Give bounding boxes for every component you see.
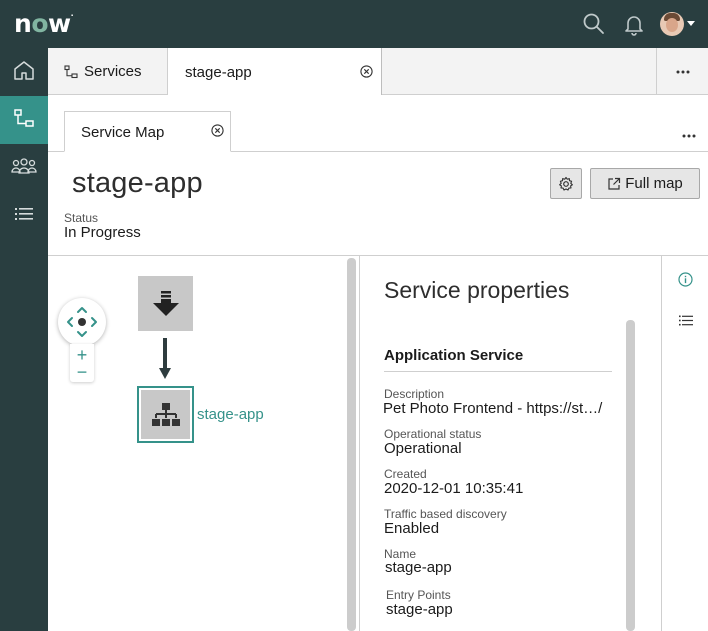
properties-scrollbar[interactable]	[626, 320, 635, 631]
info-icon[interactable]	[678, 272, 693, 287]
bell-icon[interactable]	[622, 12, 646, 36]
rail-item-home[interactable]	[0, 48, 48, 96]
status-value: In Progress	[64, 224, 141, 241]
connector-arrowhead	[159, 368, 171, 379]
search-icon[interactable]	[582, 12, 606, 36]
avatar[interactable]	[660, 12, 684, 36]
application-service-node[interactable]	[137, 386, 194, 443]
right-side-rail	[661, 256, 708, 631]
tab-service-map[interactable]: Service Map	[64, 111, 231, 152]
full-map-label: Full map	[625, 175, 683, 192]
left-nav-rail	[0, 48, 48, 631]
close-icon[interactable]	[360, 65, 373, 82]
entry-point-node[interactable]	[138, 276, 193, 331]
sub-tab-strip: Service Map	[48, 95, 708, 152]
tab-label: Service Map	[81, 124, 165, 141]
hierarchy-icon	[151, 402, 181, 428]
prop-value-description: Pet Photo Frontend - https://st…/	[383, 400, 603, 417]
prop-label-operational-status: Operational status	[384, 427, 482, 441]
settings-button[interactable]	[550, 168, 582, 199]
close-icon[interactable]	[211, 124, 224, 141]
list-icon	[14, 206, 34, 227]
rail-item-list[interactable]	[0, 192, 48, 240]
tab-label: Services	[84, 63, 142, 80]
tab-services[interactable]: Services	[48, 48, 168, 95]
gear-icon	[558, 176, 574, 192]
pan-control[interactable]	[58, 298, 106, 346]
prop-label-traffic-discovery: Traffic based discovery	[384, 507, 507, 521]
tab-strip: Services stage-app	[48, 48, 708, 96]
home-icon	[13, 59, 35, 86]
prop-value-name: stage-app	[385, 559, 452, 576]
tab-label: stage-app	[185, 63, 252, 81]
prop-value-entry-points: stage-app	[386, 601, 453, 618]
prop-value-traffic-discovery: Enabled	[384, 520, 440, 537]
section-underline	[384, 371, 612, 372]
now-logo[interactable]: now.	[14, 9, 74, 38]
zoom-control: + −	[70, 344, 94, 382]
top-header: now.	[0, 0, 708, 48]
prop-label-entry-points: Entry Points	[386, 588, 451, 602]
prop-label-description: Description	[384, 387, 445, 401]
full-map-button[interactable]: Full map	[590, 168, 700, 199]
zoom-out-button[interactable]: −	[70, 363, 94, 381]
prop-label-created: Created	[384, 467, 427, 481]
section-title: Application Service	[384, 347, 524, 364]
status-label: Status	[64, 211, 99, 225]
rail-item-users[interactable]	[0, 144, 48, 192]
users-icon	[11, 156, 37, 181]
pan-arrows-icon	[67, 307, 97, 337]
external-link-icon	[607, 177, 621, 191]
rail-item-service-map[interactable]	[0, 96, 48, 144]
page-title: stage-app	[72, 167, 203, 199]
tab-stage-app[interactable]: stage-app	[168, 48, 382, 96]
prop-value-created: 2020-12-01 10:35:41	[384, 480, 524, 497]
chevron-down-icon[interactable]	[687, 21, 695, 26]
more-options-icon[interactable]	[682, 125, 696, 143]
map-scrollbar[interactable]	[347, 258, 356, 631]
more-options-icon[interactable]	[656, 48, 708, 95]
service-map-icon	[64, 64, 78, 79]
panel-divider[interactable]	[359, 256, 360, 631]
download-arrow-icon	[152, 290, 180, 317]
connector-line	[163, 338, 167, 370]
node-label[interactable]: stage-app	[197, 406, 264, 423]
properties-title: Service properties	[384, 277, 570, 303]
list-icon[interactable]	[679, 315, 693, 326]
prop-value-operational-status: Operational	[384, 440, 462, 457]
service-map-icon	[13, 107, 35, 134]
